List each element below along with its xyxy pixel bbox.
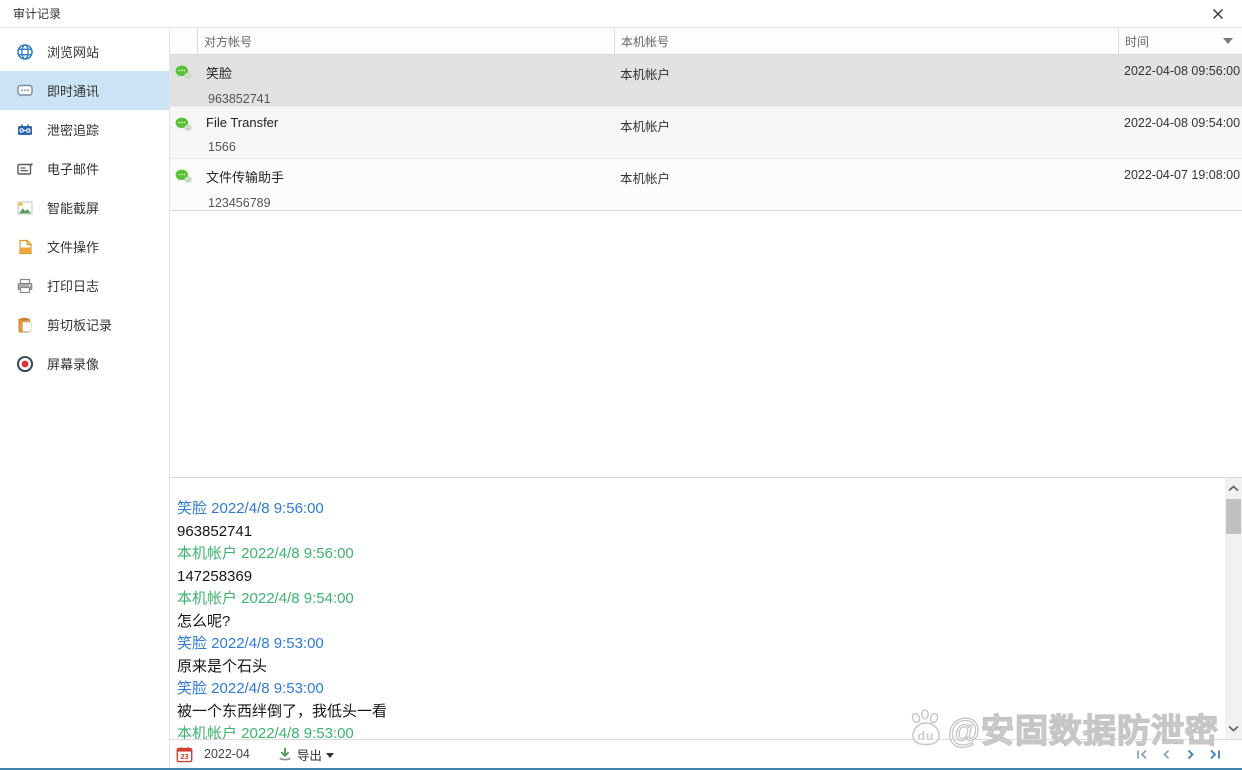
table-row[interactable]: 文件传输助手 123456789 本机帐户 2022-04-07 19:08:0… bbox=[170, 159, 1242, 211]
sidebar-item-print-logs[interactable]: 打印日志 bbox=[0, 266, 169, 305]
sidebar-item-label: 剪切板记录 bbox=[47, 318, 113, 333]
chat-bubble-icon bbox=[16, 82, 34, 100]
date-filter-value[interactable]: 2022-04 bbox=[204, 747, 250, 761]
column-header-peer-account[interactable]: 对方帐号 bbox=[197, 28, 614, 54]
message-header: 本机帐户 2022/4/8 9:56:00 bbox=[177, 545, 354, 562]
export-button[interactable]: 导出 bbox=[277, 745, 334, 764]
calendar-button[interactable]: 23 bbox=[176, 746, 193, 763]
table-empty-area bbox=[170, 211, 1242, 478]
session-time: 2022-04-08 09:54:00 bbox=[1124, 116, 1241, 130]
wechat-icon bbox=[175, 169, 192, 183]
message-header: 笑脸 2022/4/8 9:56:00 bbox=[177, 500, 324, 517]
clipboard-icon bbox=[16, 316, 34, 334]
screenshot-icon bbox=[16, 199, 34, 217]
local-account: 本机帐户 bbox=[620, 172, 671, 186]
sidebar-item-label: 电子邮件 bbox=[47, 162, 100, 177]
column-header-time[interactable]: 时间 bbox=[1118, 28, 1242, 54]
local-account: 本机帐户 bbox=[620, 68, 671, 82]
main-panel: 对方帐号 本机帐号 时间 笑脸 963852741 本机帐户 2022-04-0… bbox=[170, 28, 1242, 768]
table-row[interactable]: 笑脸 963852741 本机帐户 2022-04-08 09:56:00 bbox=[170, 55, 1242, 107]
document-icon bbox=[16, 238, 34, 256]
sidebar-item-label: 文件操作 bbox=[47, 240, 100, 255]
dropdown-caret-icon bbox=[325, 752, 334, 758]
peer-account: 123456789 bbox=[208, 196, 271, 210]
previous-page-button[interactable] bbox=[1159, 747, 1174, 762]
window-title: 审计记录 bbox=[13, 7, 62, 21]
peer-name: 笑脸 bbox=[206, 66, 233, 81]
table-header: 对方帐号 本机帐号 时间 bbox=[170, 28, 1242, 55]
scroll-down-icon[interactable] bbox=[1225, 719, 1242, 738]
local-account: 本机帐户 bbox=[620, 120, 671, 134]
scroll-up-icon[interactable] bbox=[1225, 479, 1242, 498]
sidebar-item-label: 打印日志 bbox=[47, 279, 100, 294]
svg-text:23: 23 bbox=[180, 752, 188, 761]
sidebar-item-label: 屏幕录像 bbox=[47, 357, 100, 372]
wechat-icon bbox=[175, 65, 192, 79]
sidebar-item-instant-messaging[interactable]: 即时通讯 bbox=[0, 71, 169, 110]
peer-name: File Transfer bbox=[206, 115, 279, 130]
next-page-button[interactable] bbox=[1183, 747, 1198, 762]
envelope-icon bbox=[16, 160, 34, 178]
pagination bbox=[1135, 747, 1222, 762]
sidebar-item-smart-screenshot[interactable]: 智能截屏 bbox=[0, 188, 169, 227]
last-page-button[interactable] bbox=[1207, 747, 1222, 762]
peer-account: 963852741 bbox=[208, 92, 271, 106]
message-text: 怎么呢? bbox=[177, 612, 231, 630]
close-button[interactable] bbox=[1207, 3, 1229, 25]
record-icon bbox=[16, 355, 34, 373]
sidebar-item-screen-recording[interactable]: 屏幕录像 bbox=[0, 344, 169, 383]
session-time: 2022-04-07 19:08:00 bbox=[1124, 168, 1241, 182]
scrollbar-thumb[interactable] bbox=[1226, 499, 1241, 534]
chat-transcript: 笑脸 2022/4/8 9:56:00 963852741 本机帐户 2022/… bbox=[170, 478, 1242, 739]
footer-toolbar: 23 2022-04 导出 bbox=[170, 739, 1242, 768]
wechat-icon bbox=[175, 117, 192, 131]
sidebar-item-file-operations[interactable]: 文件操作 bbox=[0, 227, 169, 266]
titlebar: 审计记录 bbox=[0, 0, 1242, 28]
sort-caret-icon[interactable] bbox=[1223, 38, 1233, 44]
sidebar-item-label: 浏览网站 bbox=[47, 45, 100, 60]
sidebar: 浏览网站 即时通讯 泄密追踪 电子邮件 智能截屏 文件操作 打印日志 剪切板记录… bbox=[0, 28, 170, 768]
message-text: 原来是个石头 bbox=[177, 657, 268, 675]
peer-account: 1566 bbox=[208, 140, 236, 154]
sidebar-item-browse-websites[interactable]: 浏览网站 bbox=[0, 32, 169, 71]
calendar-icon: 23 bbox=[176, 746, 193, 762]
close-icon bbox=[1212, 8, 1224, 19]
sidebar-item-label: 即时通讯 bbox=[47, 84, 100, 99]
sidebar-item-label: 智能截屏 bbox=[47, 201, 100, 216]
download-icon bbox=[279, 748, 291, 761]
message-header: 本机帐户 2022/4/8 9:54:00 bbox=[177, 590, 354, 607]
sidebar-item-label: 泄密追踪 bbox=[47, 123, 100, 138]
column-header-icon bbox=[170, 28, 197, 54]
message-text: 被一个东西绊倒了，我低头一看 bbox=[177, 702, 388, 720]
session-time: 2022-04-08 09:56:00 bbox=[1124, 64, 1241, 78]
globe-icon bbox=[16, 43, 34, 61]
table-row[interactable]: File Transfer 1566 本机帐户 2022-04-08 09:54… bbox=[170, 107, 1242, 159]
tracker-icon bbox=[16, 121, 34, 139]
sidebar-item-clipboard-records[interactable]: 剪切板记录 bbox=[0, 305, 169, 344]
peer-name: 文件传输助手 bbox=[206, 170, 285, 185]
printer-icon bbox=[16, 277, 34, 295]
audit-records-window: 审计记录 浏览网站 即时通讯 泄密追踪 电子邮件 智能截屏 文件操作 打印日志 … bbox=[0, 0, 1242, 770]
message-header: 本机帐户 2022/4/8 9:53:00 bbox=[177, 725, 354, 739]
message-header: 笑脸 2022/4/8 9:53:00 bbox=[177, 680, 324, 697]
chat-scrollbar[interactable] bbox=[1225, 478, 1242, 739]
export-label: 导出 bbox=[296, 748, 322, 763]
column-header-local-account[interactable]: 本机帐号 bbox=[614, 28, 1118, 54]
message-text: 147258369 bbox=[177, 567, 253, 585]
sidebar-item-leak-tracking[interactable]: 泄密追踪 bbox=[0, 110, 169, 149]
sidebar-item-email[interactable]: 电子邮件 bbox=[0, 149, 169, 188]
first-page-button[interactable] bbox=[1135, 747, 1150, 762]
message-text: 963852741 bbox=[177, 522, 253, 540]
message-header: 笑脸 2022/4/8 9:53:00 bbox=[177, 635, 324, 652]
